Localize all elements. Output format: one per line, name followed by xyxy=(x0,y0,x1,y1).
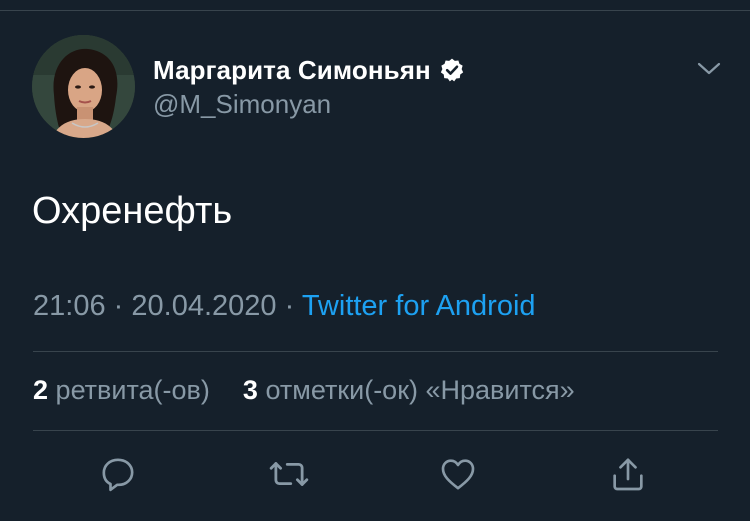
verified-badge-icon xyxy=(439,57,465,83)
share-button[interactable] xyxy=(606,452,650,496)
tweet-time: 21:06 xyxy=(33,290,106,322)
like-button[interactable] xyxy=(436,452,480,496)
divider xyxy=(33,430,718,431)
retweet-button[interactable] xyxy=(267,452,311,496)
tweet-stats: 2 ретвита(-ов) 3 отметки(-ок) «Нравится» xyxy=(33,375,575,406)
divider xyxy=(33,351,718,352)
retweet-icon xyxy=(269,462,309,486)
author-name-row[interactable]: Маргарита Симоньян xyxy=(153,52,465,88)
retweets-count: 2 xyxy=(33,375,49,405)
reply-icon xyxy=(102,458,134,492)
likes-label: отметки(-ок) «Нравится» xyxy=(265,375,575,405)
share-icon xyxy=(613,458,643,491)
tweet-meta: 21:06 · 20.04.2020 · Twitter for Android xyxy=(33,290,536,323)
meta-separator: · xyxy=(284,290,295,322)
likes-count: 3 xyxy=(242,375,258,405)
tweet-source-link[interactable]: Twitter for Android xyxy=(302,290,536,322)
top-divider xyxy=(0,10,750,11)
author-handle[interactable]: @M_Simonyan xyxy=(153,89,331,120)
avatar[interactable] xyxy=(32,35,135,138)
like-icon xyxy=(441,459,475,490)
chevron-down-icon[interactable] xyxy=(694,56,724,82)
tweet-text: Охренефть xyxy=(32,190,233,232)
likes-stat[interactable]: 3 отметки(-ок) «Нравится» xyxy=(235,375,575,405)
retweets-label: ретвита(-ов) xyxy=(55,375,210,405)
retweets-stat[interactable]: 2 ретвита(-ов) xyxy=(33,375,217,405)
tweet-date: 20.04.2020 xyxy=(131,290,277,322)
meta-separator: · xyxy=(113,290,124,322)
reply-button[interactable] xyxy=(96,452,140,496)
author-display-name[interactable]: Маргарита Симоньян xyxy=(153,55,431,86)
